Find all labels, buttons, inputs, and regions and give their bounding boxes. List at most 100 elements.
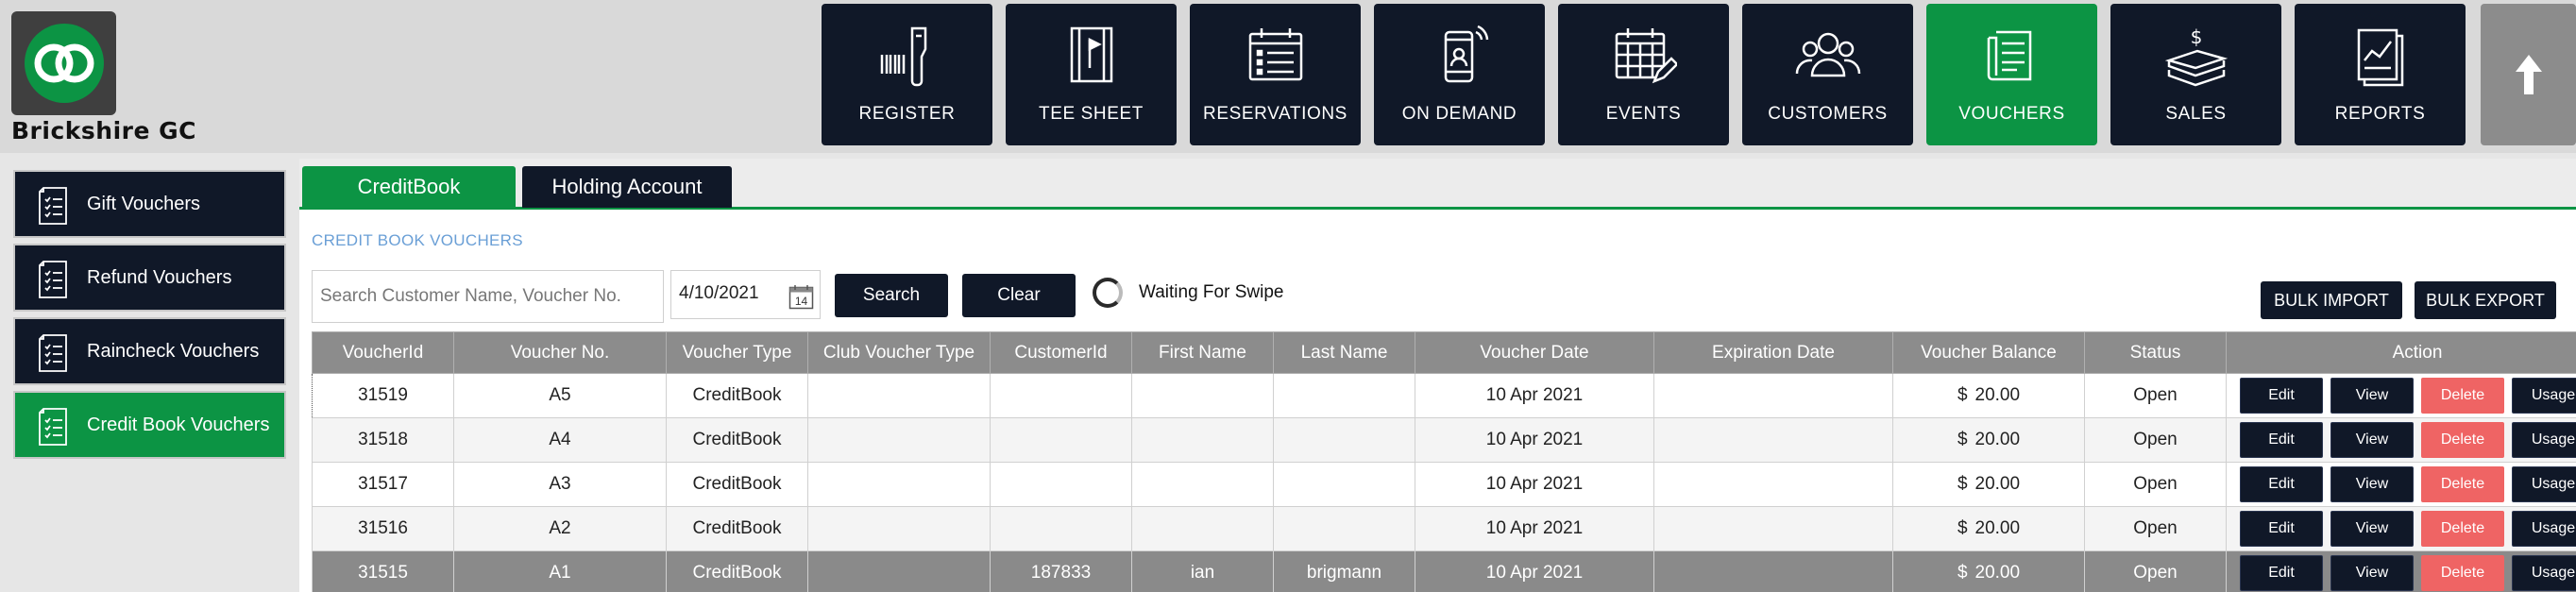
currency-symbol: $ bbox=[1957, 518, 1968, 538]
table-row[interactable]: 31518 A4 CreditBook 10 Apr 2021 $20.00 Open Ed… bbox=[312, 417, 2576, 463]
cell-status: Open bbox=[2084, 417, 2227, 463]
column-header[interactable]: CustomerId bbox=[990, 331, 1132, 374]
sidebar-item-label: Refund Vouchers bbox=[87, 266, 232, 288]
cell-voucher-type: CreditBook bbox=[666, 550, 808, 592]
cell-expiration-date bbox=[1653, 417, 1893, 463]
nav-label: REGISTER bbox=[858, 104, 956, 124]
cell-customer-id: 187833 bbox=[990, 550, 1132, 592]
nav-tee-sheet-button[interactable]: TEE SHEET bbox=[1006, 4, 1177, 145]
nav-label: RESERVATIONS bbox=[1203, 104, 1347, 124]
tab-creditbook[interactable]: CreditBook bbox=[302, 166, 516, 208]
delete-button[interactable]: Delete bbox=[2421, 511, 2504, 547]
bulk-import-button[interactable]: BULK IMPORT bbox=[2261, 281, 2402, 319]
cell-last-name bbox=[1273, 506, 1415, 551]
table-row[interactable]: 31517 A3 CreditBook 10 Apr 2021 $20.00 Open Ed… bbox=[312, 462, 2576, 507]
cell-voucher-no: A3 bbox=[453, 462, 667, 507]
cell-voucher-date: 10 Apr 2021 bbox=[1415, 417, 1654, 463]
cell-first-name bbox=[1131, 373, 1274, 418]
column-header[interactable]: First Name bbox=[1131, 331, 1274, 374]
edit-button[interactable]: Edit bbox=[2240, 511, 2323, 547]
nav-events-button[interactable]: EVENTS bbox=[1558, 4, 1729, 145]
mobile-phone-icon bbox=[1444, 25, 1488, 83]
cell-status: Open bbox=[2084, 550, 2227, 592]
nav-reservations-button[interactable]: RESERVATIONS bbox=[1190, 4, 1361, 145]
tab-holding-account[interactable]: Holding Account bbox=[522, 166, 732, 208]
view-button[interactable]: View bbox=[2330, 422, 2414, 458]
table-row[interactable]: 31519 A5 CreditBook 10 Apr 2021 $20.00 Open Ed… bbox=[312, 373, 2576, 418]
column-header[interactable]: Last Name bbox=[1273, 331, 1415, 374]
column-header[interactable]: Status bbox=[2084, 331, 2227, 374]
column-header[interactable]: Expiration Date bbox=[1653, 331, 1893, 374]
delete-button[interactable]: Delete bbox=[2421, 466, 2504, 502]
nav-reports-button[interactable]: REPORTS bbox=[2295, 4, 2466, 145]
date-value: 4/10/2021 bbox=[679, 283, 759, 303]
edit-button[interactable]: Edit bbox=[2240, 466, 2323, 502]
calendar-icon[interactable]: 14 bbox=[788, 284, 814, 310]
cell-voucher-id: 31519 bbox=[312, 373, 454, 418]
column-header[interactable]: VoucherId bbox=[312, 331, 454, 374]
delete-button[interactable]: Delete bbox=[2421, 378, 2504, 414]
nav-label: SALES bbox=[2165, 104, 2227, 124]
usage-button[interactable]: Usage bbox=[2512, 555, 2576, 591]
column-header: Action bbox=[2226, 331, 2576, 374]
column-header[interactable]: Voucher Type bbox=[666, 331, 808, 374]
cell-club-voucher-type bbox=[807, 462, 991, 507]
edit-button[interactable]: Edit bbox=[2240, 555, 2323, 591]
scroll-top-button[interactable] bbox=[2481, 4, 2576, 145]
cell-voucher-balance: $20.00 bbox=[1892, 550, 2085, 592]
sidebar-item-credit-book-vouchers[interactable]: Credit Book Vouchers bbox=[13, 391, 286, 459]
usage-button[interactable]: Usage bbox=[2512, 378, 2576, 414]
cell-expiration-date bbox=[1653, 373, 1893, 418]
table-row[interactable]: 31515 A1 CreditBook 187833 ian brigmann 10 Apr… bbox=[312, 550, 2576, 592]
view-button[interactable]: View bbox=[2330, 466, 2414, 502]
sidebar-item-label: Raincheck Vouchers bbox=[87, 340, 260, 362]
nav-register-button[interactable]: REGISTER bbox=[822, 4, 992, 145]
search-input[interactable] bbox=[312, 270, 664, 323]
cell-club-voucher-type bbox=[807, 550, 991, 592]
usage-button[interactable]: Usage bbox=[2512, 466, 2576, 502]
balance-amount: 20.00 bbox=[1974, 518, 2021, 538]
cell-voucher-type: CreditBook bbox=[666, 373, 808, 418]
nav-customers-button[interactable]: CUSTOMERS bbox=[1742, 4, 1913, 145]
delete-button[interactable]: Delete bbox=[2421, 422, 2504, 458]
clear-button[interactable]: Clear bbox=[962, 274, 1076, 317]
cell-voucher-type: CreditBook bbox=[666, 506, 808, 551]
edit-button[interactable]: Edit bbox=[2240, 378, 2323, 414]
section-title: CREDIT BOOK VOUCHERS bbox=[312, 231, 523, 249]
search-button[interactable]: Search bbox=[835, 274, 948, 317]
users-group-icon bbox=[1795, 32, 1860, 77]
column-header[interactable]: Voucher Balance bbox=[1892, 331, 2085, 374]
currency-symbol: $ bbox=[1957, 385, 1968, 405]
date-picker[interactable]: 4/10/2021 14 bbox=[670, 270, 821, 319]
cell-club-voucher-type bbox=[807, 506, 991, 551]
nav-sales-button[interactable]: $ SALES bbox=[2110, 4, 2281, 145]
cell-voucher-balance: $20.00 bbox=[1892, 462, 2085, 507]
column-header[interactable]: Club Voucher Type bbox=[807, 331, 991, 374]
bulk-export-button[interactable]: BULK EXPORT bbox=[2415, 281, 2556, 319]
view-button[interactable]: View bbox=[2330, 511, 2414, 547]
usage-button[interactable]: Usage bbox=[2512, 511, 2576, 547]
sidebar-item-gift-vouchers[interactable]: Gift Vouchers bbox=[13, 170, 286, 238]
cell-voucher-date: 10 Apr 2021 bbox=[1415, 506, 1654, 551]
cell-actions: Edit View Delete Usage bbox=[2226, 462, 2576, 507]
column-header[interactable]: Voucher Date bbox=[1415, 331, 1654, 374]
view-button[interactable]: View bbox=[2330, 555, 2414, 591]
swipe-status: Waiting For Swipe bbox=[1139, 282, 1284, 302]
cell-expiration-date bbox=[1653, 550, 1893, 592]
sidebar-item-refund-vouchers[interactable]: Refund Vouchers bbox=[13, 244, 286, 312]
nav-on-demand-button[interactable]: ON DEMAND bbox=[1374, 4, 1545, 145]
usage-button[interactable]: Usage bbox=[2512, 422, 2576, 458]
table-row[interactable]: 31516 A2 CreditBook 10 Apr 2021 $20.00 Open Ed… bbox=[312, 506, 2576, 551]
nav-vouchers-button[interactable]: VOUCHERS bbox=[1926, 4, 2097, 145]
nav-label: CUSTOMERS bbox=[1768, 104, 1888, 124]
club-logo[interactable] bbox=[11, 11, 116, 115]
column-header[interactable]: Voucher No. bbox=[453, 331, 667, 374]
delete-button[interactable]: Delete bbox=[2421, 555, 2504, 591]
nav-label: ON DEMAND bbox=[1401, 104, 1517, 124]
edit-button[interactable]: Edit bbox=[2240, 422, 2323, 458]
view-button[interactable]: View bbox=[2330, 378, 2414, 414]
sidebar-item-raincheck-vouchers[interactable]: Raincheck Vouchers bbox=[13, 317, 286, 385]
cell-actions: Edit View Delete Usage bbox=[2226, 550, 2576, 592]
report-chart-icon bbox=[2357, 28, 2403, 87]
voucher-list-icon bbox=[1987, 30, 2031, 81]
